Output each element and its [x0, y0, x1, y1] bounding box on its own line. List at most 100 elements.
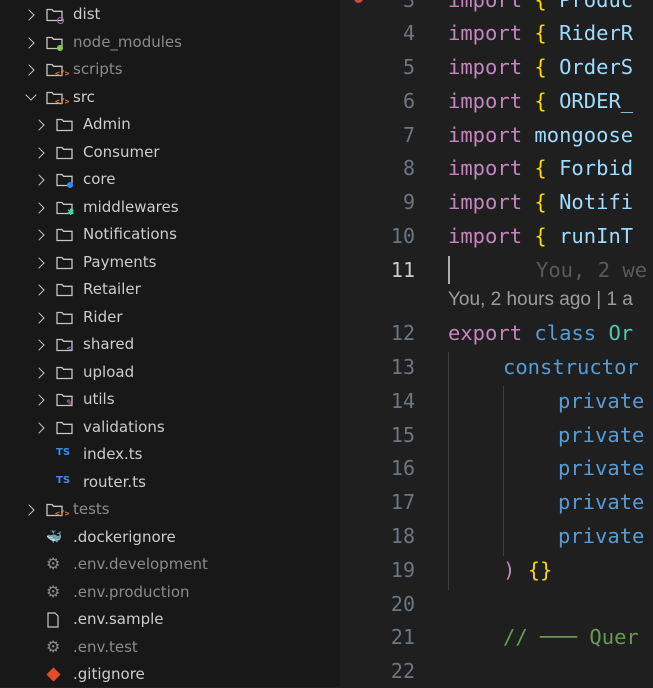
- chevron-right-icon[interactable]: [33, 147, 45, 159]
- tree-item-label: Admin: [83, 115, 131, 133]
- tree-item-label: .dockerignore: [73, 528, 176, 546]
- tree-item-env-production[interactable]: ⚙ .env.production: [0, 579, 340, 606]
- tree-item-label: index.ts: [83, 445, 143, 463]
- code-line-21[interactable]: // ─── Quer: [503, 625, 639, 649]
- code-line-16[interactable]: private: [558, 456, 644, 480]
- tree-item-core[interactable]: core: [0, 166, 340, 193]
- tree-item-gitignore[interactable]: .gitignore: [0, 661, 340, 688]
- chevron-right-icon[interactable]: [23, 64, 35, 76]
- chevron-right-icon[interactable]: [23, 37, 35, 49]
- tree-item-validations[interactable]: validations: [0, 414, 340, 441]
- codelens-blame[interactable]: You, 2 hours ago | 1 a: [448, 289, 633, 311]
- tree-item-label: scripts: [73, 60, 123, 78]
- chevron-down-icon[interactable]: [25, 89, 37, 101]
- tree-item-dockerignore[interactable]: 🐳 .dockerignore: [0, 524, 340, 551]
- tree-item-label: middlewares: [83, 198, 179, 216]
- tree-item-payments[interactable]: Payments: [0, 249, 340, 276]
- code-line-3[interactable]: import { Produc: [448, 0, 633, 12]
- chevron-right-icon[interactable]: [33, 367, 45, 379]
- tree-item-retailer[interactable]: Retailer: [0, 276, 340, 303]
- code-line-17[interactable]: private: [558, 490, 644, 514]
- tree-item-dist[interactable]: dist: [0, 1, 340, 28]
- chevron-right-icon[interactable]: [33, 284, 45, 296]
- tree-item-notifications[interactable]: Notifications: [0, 221, 340, 248]
- folder-icon: [56, 282, 73, 298]
- line-number: 20: [390, 592, 415, 616]
- line-number: 8: [402, 156, 415, 180]
- tree-item-label: Retailer: [83, 280, 141, 298]
- folder-icon: [56, 117, 73, 133]
- tree-item-rider[interactable]: Rider: [0, 304, 340, 331]
- tree-item-admin[interactable]: Admin: [0, 111, 340, 138]
- chevron-right-icon[interactable]: [33, 257, 45, 269]
- tree-item-shared[interactable]: < shared: [0, 331, 340, 358]
- folder-shared-icon: <: [56, 337, 74, 354]
- code-line-18[interactable]: private: [558, 524, 644, 548]
- line-number: 15: [390, 423, 415, 447]
- code-line-8[interactable]: import { Forbid: [448, 156, 633, 180]
- tree-item-label: Rider: [83, 308, 123, 326]
- gear-icon: ⚙: [46, 554, 61, 573]
- chevron-right-icon[interactable]: [33, 174, 45, 186]
- tree-item-middlewares[interactable]: ✱ middlewares: [0, 194, 340, 221]
- chevron-right-icon[interactable]: [33, 339, 45, 351]
- tree-item-label: utils: [83, 390, 115, 408]
- tree-item-node-modules[interactable]: node_modules: [0, 29, 340, 56]
- code-line-4[interactable]: import { RiderR: [448, 21, 633, 45]
- tree-item-env-test[interactable]: ⚙ .env.test: [0, 634, 340, 661]
- folder-icon: [56, 420, 73, 436]
- line-number: 6: [402, 89, 415, 113]
- chevron-right-icon[interactable]: [33, 202, 45, 214]
- chevron-right-icon[interactable]: [33, 119, 45, 131]
- chevron-right-icon[interactable]: [33, 394, 45, 406]
- chevron-right-icon[interactable]: [23, 504, 35, 516]
- tree-item-upload[interactable]: upload: [0, 359, 340, 386]
- tree-item-env-sample[interactable]: .env.sample: [0, 606, 340, 633]
- code-editor[interactable]: 3 4 5 6 7 8 9 10 11 12 13 14 15 16 17 18 19 20 21 22 import…: [340, 0, 653, 687]
- tree-item-consumer[interactable]: Consumer: [0, 139, 340, 166]
- line-number: 12: [390, 321, 415, 345]
- folder-scripts-icon: </>: [46, 62, 69, 78]
- code-line-5[interactable]: import { OrderS: [448, 55, 633, 79]
- tree-item-scripts[interactable]: </> scripts: [0, 56, 340, 83]
- code-line-7[interactable]: import mongoose: [448, 123, 633, 147]
- code-line-19[interactable]: ) {}: [503, 558, 552, 582]
- gear-icon: ⚙: [46, 637, 61, 656]
- code-line-13[interactable]: constructor: [503, 355, 639, 379]
- folder-icon: [56, 255, 73, 271]
- folder-dist-icon: [46, 7, 64, 24]
- chevron-right-icon[interactable]: [33, 229, 45, 241]
- tree-item-label: .env.sample: [73, 610, 164, 628]
- tree-item-utils[interactable]: ✎ utils: [0, 386, 340, 413]
- tree-item-label: Payments: [83, 253, 157, 271]
- tree-item-label: dist: [73, 5, 101, 23]
- line-number: 11: [390, 258, 415, 282]
- chevron-right-icon[interactable]: [33, 422, 45, 434]
- code-line-6[interactable]: import { ORDER_: [448, 89, 633, 113]
- tree-item-label: core: [83, 170, 116, 188]
- tree-item-env-development[interactable]: ⚙ .env.development: [0, 551, 340, 578]
- code-line-15[interactable]: private: [558, 423, 644, 447]
- docker-icon: 🐳: [46, 530, 63, 545]
- tree-item-label: .env.test: [73, 638, 138, 656]
- tree-item-label: validations: [83, 418, 165, 436]
- indent-guide: [448, 352, 449, 590]
- line-number: 10: [390, 224, 415, 248]
- tree-item-index-ts[interactable]: TS index.ts: [0, 441, 340, 468]
- tree-item-tests[interactable]: </> tests: [0, 496, 340, 523]
- typescript-file-icon: TS: [56, 475, 71, 486]
- code-line-12[interactable]: export class Or: [448, 321, 633, 345]
- chevron-right-icon[interactable]: [23, 9, 35, 21]
- tree-item-label: .gitignore: [73, 665, 145, 683]
- tree-item-label: shared: [83, 335, 135, 353]
- tree-item-label: router.ts: [83, 473, 146, 491]
- code-line-14[interactable]: private: [558, 389, 644, 413]
- file-icon: [46, 612, 62, 628]
- chevron-right-icon[interactable]: [33, 312, 45, 324]
- indent-guide: [503, 386, 504, 556]
- tree-item-src[interactable]: </> src: [0, 84, 340, 111]
- code-line-9[interactable]: import { Notifi: [448, 190, 633, 214]
- folder-node-icon: [46, 35, 63, 51]
- tree-item-router-ts[interactable]: TS router.ts: [0, 469, 340, 496]
- code-line-10[interactable]: import { runInT: [448, 224, 633, 248]
